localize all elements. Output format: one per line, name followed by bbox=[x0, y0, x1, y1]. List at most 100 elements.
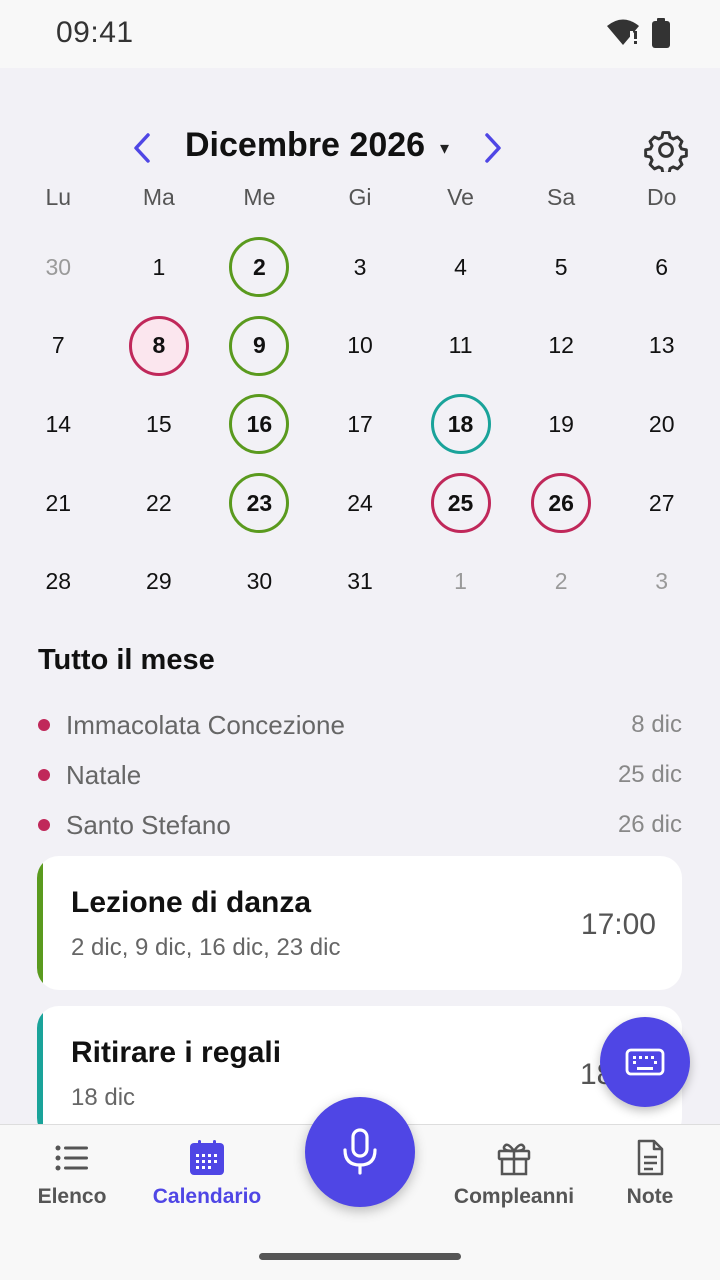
day-cell: 21 bbox=[8, 464, 109, 543]
day-cell: 3 bbox=[310, 228, 411, 307]
calendar-day[interactable]: 30 bbox=[229, 552, 289, 612]
status-bar: 09:41 bbox=[0, 0, 720, 68]
calendar-day[interactable]: 5 bbox=[531, 237, 591, 297]
calendar-day[interactable]: 1 bbox=[431, 552, 491, 612]
month-title[interactable]: Dicembre 2026 bbox=[185, 126, 425, 165]
day-cell: 8 bbox=[109, 307, 210, 386]
calendar-day[interactable]: 18 bbox=[430, 394, 491, 455]
calendar-day[interactable]: 19 bbox=[531, 394, 591, 454]
day-cell: 2 bbox=[209, 228, 310, 307]
calendar-day[interactable]: 2 bbox=[531, 552, 591, 612]
settings-button[interactable] bbox=[642, 126, 690, 174]
event-dates: 2 dic, 9 dic, 16 dic, 23 dic bbox=[71, 934, 341, 961]
microphone-icon bbox=[343, 1128, 377, 1175]
day-cell: 24 bbox=[310, 464, 411, 543]
day-cell: 7 bbox=[8, 307, 109, 386]
holiday-date: 8 dic bbox=[631, 711, 682, 738]
holiday-item[interactable]: Natale 25 dic bbox=[38, 750, 682, 800]
day-cell: 1 bbox=[109, 228, 210, 307]
calendar-day[interactable]: 10 bbox=[330, 316, 390, 376]
day-cell: 30 bbox=[209, 542, 310, 621]
nav-notes-label: Note bbox=[626, 1185, 674, 1208]
day-cell: 17 bbox=[310, 385, 411, 464]
month-dropdown-caret[interactable]: ▾ bbox=[440, 138, 449, 159]
day-cell: 28 bbox=[8, 542, 109, 621]
day-cell: 23 bbox=[209, 464, 310, 543]
nav-list[interactable]: Elenco bbox=[32, 1139, 112, 1209]
wifi-icon bbox=[607, 19, 639, 45]
calendar-day[interactable]: 14 bbox=[28, 394, 88, 454]
calendar-day[interactable]: 4 bbox=[431, 237, 491, 297]
calendar-day[interactable]: 22 bbox=[129, 473, 189, 533]
calendar-day[interactable]: 20 bbox=[632, 394, 692, 454]
day-cell: 2 bbox=[511, 542, 612, 621]
nav-calendar-label: Calendario bbox=[152, 1185, 262, 1208]
nav-birthdays-label: Compleanni bbox=[453, 1185, 575, 1208]
day-cell: 14 bbox=[8, 385, 109, 464]
calendar-grid: 30 1 2 3 4 5 6 7 8 9 10 11 12 13 14 15 16 17 18 19 20 21 22 23 2… bbox=[8, 228, 712, 621]
calendar-day[interactable]: 26 bbox=[531, 473, 592, 534]
calendar-day[interactable]: 24 bbox=[330, 473, 390, 533]
day-cell: 20 bbox=[611, 385, 712, 464]
calendar-day[interactable]: 11 bbox=[431, 316, 491, 376]
weekday-label: Ma bbox=[142, 184, 175, 210]
calendar-day[interactable]: 25 bbox=[430, 473, 491, 534]
calendar-day[interactable]: 29 bbox=[129, 552, 189, 612]
gift-icon bbox=[497, 1143, 531, 1176]
chevron-right-icon bbox=[485, 133, 501, 163]
calendar-day[interactable]: 8 bbox=[128, 315, 189, 376]
event-card[interactable]: Lezione di danza 2 dic, 9 dic, 16 dic, 2… bbox=[37, 856, 682, 990]
prev-month-button[interactable] bbox=[122, 128, 162, 168]
event-color-bar bbox=[37, 1006, 43, 1140]
weekday-label: Me bbox=[243, 184, 276, 210]
calendar-header: Dicembre 2026 ▾ bbox=[0, 120, 720, 178]
calendar-day[interactable]: 3 bbox=[330, 237, 390, 297]
battery-icon bbox=[652, 18, 670, 48]
status-time: 09:41 bbox=[56, 16, 134, 49]
nav-notes[interactable]: Note bbox=[614, 1139, 686, 1209]
calendar-day[interactable]: 27 bbox=[632, 473, 692, 533]
calendar-day[interactable]: 16 bbox=[229, 394, 290, 455]
event-dates: 18 dic bbox=[71, 1084, 136, 1111]
weekday-label: Gi bbox=[348, 184, 372, 210]
nav-calendar[interactable]: Calendario bbox=[152, 1139, 262, 1209]
next-month-button[interactable] bbox=[473, 128, 513, 168]
event-title: Lezione di danza bbox=[71, 886, 312, 919]
note-icon bbox=[637, 1139, 664, 1176]
day-cell: 30 bbox=[8, 228, 109, 307]
nav-birthdays[interactable]: Compleanni bbox=[454, 1139, 574, 1209]
holiday-date: 26 dic bbox=[617, 811, 682, 838]
calendar-day[interactable]: 21 bbox=[28, 473, 88, 533]
calendar-day[interactable]: 12 bbox=[531, 316, 591, 376]
day-cell: 26 bbox=[511, 464, 612, 543]
calendar-day[interactable]: 7 bbox=[28, 316, 88, 376]
day-cell: 16 bbox=[209, 385, 310, 464]
day-cell: 5 bbox=[511, 228, 612, 307]
weekday-label: Lu bbox=[45, 184, 72, 210]
day-cell: 13 bbox=[611, 307, 712, 386]
holiday-item[interactable]: Immacolata Concezione 8 dic bbox=[38, 700, 682, 750]
day-cell: 19 bbox=[511, 385, 612, 464]
calendar-day[interactable]: 30 bbox=[28, 237, 88, 297]
holiday-name: Immacolata Concezione bbox=[66, 709, 345, 740]
calendar-day[interactable]: 15 bbox=[129, 394, 189, 454]
weekday-label: Do bbox=[646, 184, 677, 210]
holiday-item[interactable]: Santo Stefano 26 dic bbox=[38, 800, 682, 850]
day-cell: 11 bbox=[410, 307, 511, 386]
voice-input-button[interactable] bbox=[305, 1097, 415, 1207]
home-indicator[interactable] bbox=[259, 1253, 461, 1260]
day-cell: 25 bbox=[410, 464, 511, 543]
calendar-day[interactable]: 9 bbox=[229, 315, 290, 376]
calendar-day[interactable]: 13 bbox=[632, 316, 692, 376]
calendar-day[interactable]: 28 bbox=[28, 552, 88, 612]
calendar-day[interactable]: 2 bbox=[229, 237, 290, 298]
calendar-day[interactable]: 23 bbox=[229, 473, 290, 534]
calendar-day[interactable]: 31 bbox=[330, 552, 390, 612]
event-time: 17:00 bbox=[580, 908, 656, 941]
day-cell: 15 bbox=[109, 385, 210, 464]
calendar-day[interactable]: 1 bbox=[129, 237, 189, 297]
keyboard-input-button[interactable] bbox=[600, 1017, 690, 1107]
calendar-day[interactable]: 3 bbox=[632, 552, 692, 612]
calendar-day[interactable]: 6 bbox=[632, 237, 692, 297]
calendar-day[interactable]: 17 bbox=[330, 394, 390, 454]
